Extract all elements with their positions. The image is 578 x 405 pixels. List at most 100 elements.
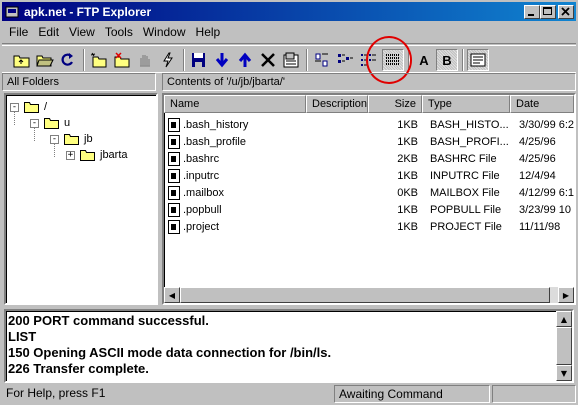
scroll-right-icon[interactable]: ▶	[558, 287, 574, 303]
file-icon	[168, 134, 180, 149]
tree-item-root[interactable]: - /	[10, 99, 47, 115]
stop-button[interactable]	[134, 49, 156, 71]
file-size: 1KB	[397, 203, 418, 216]
file-icon	[168, 202, 180, 217]
collapse-icon[interactable]: -	[10, 102, 19, 112]
horizontal-scrollbar[interactable]: ◀ ▶	[164, 287, 574, 303]
file-type: POPBULL File	[430, 203, 502, 216]
file-size: 0KB	[397, 186, 418, 199]
disconnect-button[interactable]	[157, 49, 179, 71]
file-list: Name Description Size Type Date .bash_hi…	[162, 93, 576, 305]
file-type: PROJECT File	[430, 220, 502, 233]
expand-icon[interactable]: +	[66, 150, 75, 160]
tree-item-jb[interactable]: - jb	[50, 131, 93, 147]
file-icon	[168, 117, 180, 132]
file-name: .project	[183, 220, 220, 233]
small-icons-button[interactable]	[334, 49, 356, 71]
file-date: 11/11/98	[519, 220, 561, 233]
collapse-icon[interactable]: -	[50, 134, 59, 144]
up-folder-icon	[13, 55, 30, 68]
save-button[interactable]	[188, 49, 210, 71]
delete-folder-button[interactable]	[111, 49, 133, 71]
download-button[interactable]	[211, 49, 233, 71]
close-button[interactable]	[558, 4, 574, 19]
file-type: INPUTRC File	[430, 169, 500, 182]
menu-help[interactable]: Help	[191, 23, 226, 41]
file-date: 4/25/96	[519, 135, 556, 148]
window-title: apk.net - FTP Explorer	[24, 4, 152, 19]
menu-file[interactable]: File	[4, 23, 33, 41]
scroll-thumb[interactable]	[556, 327, 572, 365]
refresh-button[interactable]	[57, 49, 79, 71]
menu-edit[interactable]: Edit	[33, 23, 64, 41]
properties-icon	[283, 52, 299, 68]
file-date: 12/4/94	[519, 169, 556, 182]
file-icon	[168, 151, 180, 166]
title-bar: apk.net - FTP Explorer	[2, 2, 576, 21]
tree-item-jbarta[interactable]: + jbarta	[66, 147, 128, 163]
binary-mode-button[interactable]: B	[436, 49, 458, 71]
collapse-icon[interactable]: -	[30, 118, 39, 128]
file-icon	[168, 168, 180, 183]
column-size[interactable]: Size	[368, 95, 422, 113]
file-date: 4/25/96	[519, 152, 556, 165]
app-icon[interactable]	[4, 4, 20, 20]
scroll-up-icon[interactable]: ▲	[556, 311, 572, 327]
minimize-button[interactable]	[524, 4, 540, 19]
column-type[interactable]: Type	[422, 95, 510, 113]
open-folder-icon	[64, 134, 79, 145]
log-line: 200 PORT command successful.	[8, 313, 209, 328]
new-folder-button[interactable]	[88, 49, 110, 71]
menu-window[interactable]: Window	[138, 23, 191, 41]
upload-button[interactable]	[234, 49, 256, 71]
file-size: 1KB	[397, 118, 418, 131]
file-type: BASHRC File	[430, 152, 497, 165]
open-folder-icon	[24, 102, 39, 113]
file-name: .popbull	[183, 203, 222, 216]
column-description[interactable]: Description	[306, 95, 368, 113]
ascii-mode-button[interactable]: A	[413, 49, 435, 71]
save-icon	[192, 53, 205, 67]
column-date[interactable]: Date	[510, 95, 574, 113]
binary-label: B	[442, 52, 452, 68]
delete-folder-icon	[114, 52, 130, 68]
log-line: 150 Opening ASCII mode data connection f…	[8, 345, 332, 360]
log-line: LIST	[8, 329, 37, 344]
file-size: 2KB	[397, 152, 418, 165]
tree-item-u[interactable]: - u	[30, 115, 70, 131]
hand-icon	[140, 55, 150, 67]
vertical-scrollbar[interactable]: ▲ ▼	[556, 311, 572, 381]
menu-tools[interactable]: Tools	[100, 23, 138, 41]
list-icon	[361, 54, 376, 66]
delete-button[interactable]	[257, 49, 279, 71]
file-size: 1KB	[397, 169, 418, 182]
status-bar: For Help, press F1 Awaiting Command	[2, 385, 576, 403]
scroll-thumb[interactable]	[180, 287, 550, 303]
large-icons-button[interactable]	[311, 49, 333, 71]
log-line: 226 Transfer complete.	[8, 361, 149, 376]
properties-button[interactable]	[280, 49, 302, 71]
tree-label: jbarta	[100, 149, 128, 161]
folder-tree: - / - u - jb + jbarta	[4, 93, 158, 305]
new-folder-icon	[90, 52, 107, 68]
details-view-button[interactable]	[382, 49, 404, 71]
help-text: For Help, press F1	[6, 386, 106, 400]
open-folder-button[interactable]	[34, 49, 56, 71]
column-name[interactable]: Name	[164, 95, 306, 113]
maximize-button[interactable]	[540, 4, 556, 19]
scroll-down-icon[interactable]: ▼	[556, 365, 572, 381]
log-window-icon	[470, 53, 486, 67]
list-view-button[interactable]	[357, 49, 379, 71]
menu-view[interactable]: View	[64, 23, 100, 41]
scroll-left-icon[interactable]: ◀	[164, 287, 180, 303]
small-icons-icon	[338, 54, 353, 63]
status-extra	[492, 385, 576, 403]
open-folder-icon	[44, 118, 59, 129]
file-type: BASH_HISTO...	[430, 118, 509, 131]
up-folder-button[interactable]	[11, 49, 33, 71]
folders-header: All Folders	[2, 73, 156, 91]
file-icon	[168, 185, 180, 200]
refresh-icon	[61, 53, 73, 66]
log-view-button[interactable]	[467, 49, 489, 71]
lightning-icon	[163, 52, 173, 68]
